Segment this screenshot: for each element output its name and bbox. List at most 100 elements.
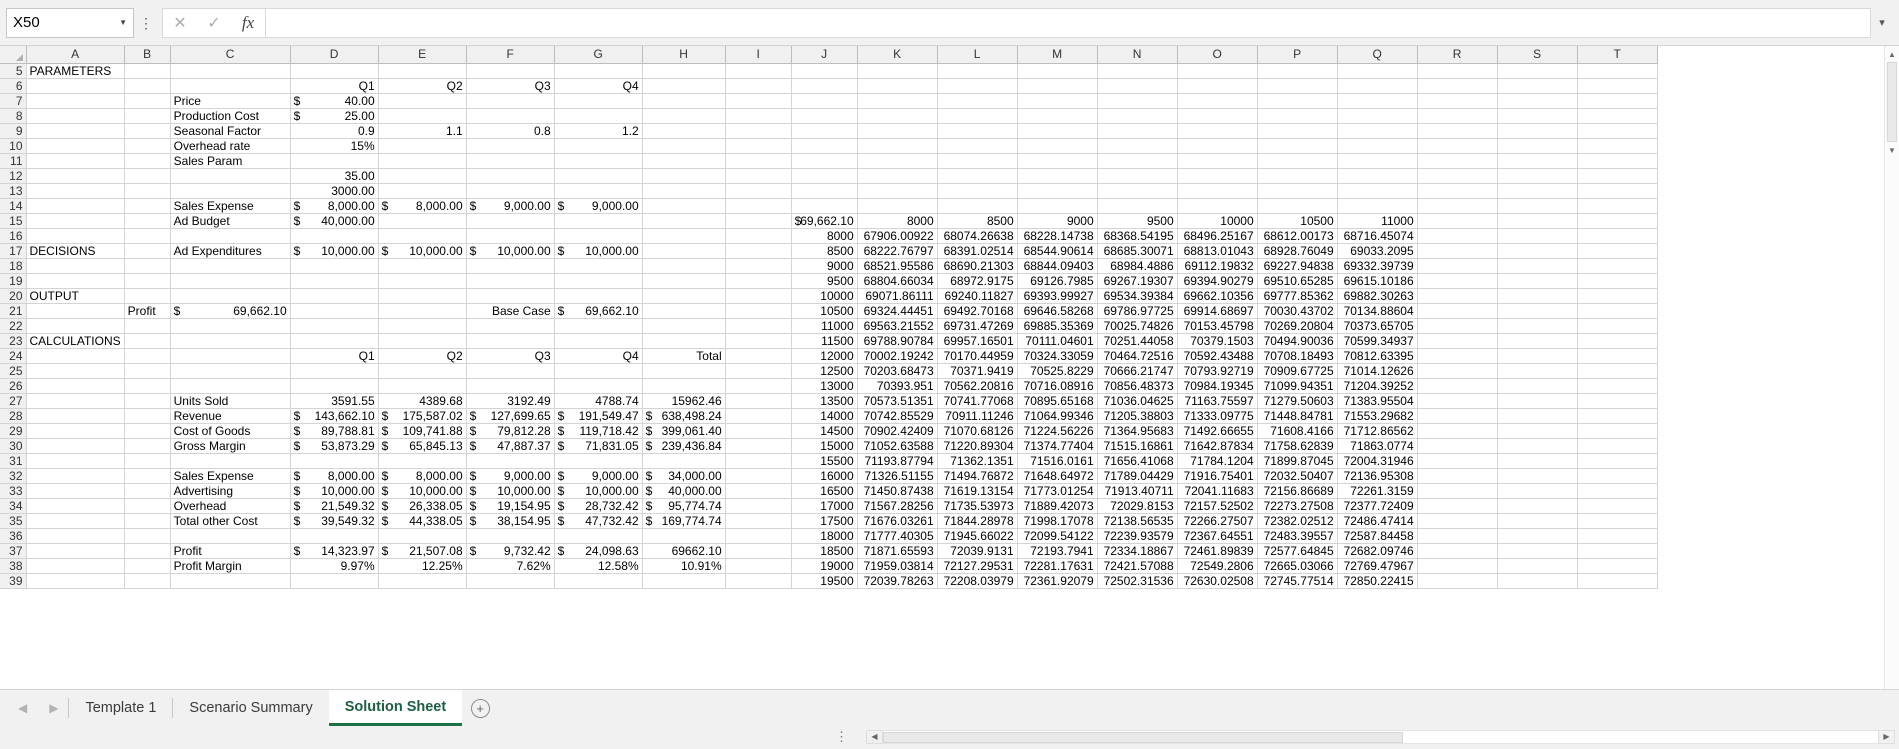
cell-H27[interactable]: 15962.46: [642, 393, 726, 409]
cell-G23[interactable]: [554, 333, 643, 349]
cell-K11[interactable]: [857, 153, 938, 169]
cell-L8[interactable]: [937, 108, 1018, 124]
cell-S24[interactable]: [1497, 348, 1578, 364]
cell-E35[interactable]: $44,338.05: [378, 513, 467, 529]
cell-O39[interactable]: 72630.02508: [1177, 573, 1258, 589]
cell-C6[interactable]: [170, 78, 291, 94]
row-header-32[interactable]: 32: [0, 468, 27, 484]
cell-D10[interactable]: 15%: [290, 138, 379, 154]
cell-C29[interactable]: Cost of Goods: [170, 423, 291, 439]
cell-S27[interactable]: [1497, 393, 1578, 409]
cell-R8[interactable]: [1417, 108, 1498, 124]
cell-G7[interactable]: [554, 93, 643, 109]
cell-A24[interactable]: [26, 348, 125, 364]
cell-M34[interactable]: 71889.42073: [1017, 498, 1098, 514]
cell-H15[interactable]: [642, 213, 726, 229]
cell-M33[interactable]: 71773.01254: [1017, 483, 1098, 499]
cell-E12[interactable]: [378, 168, 467, 184]
cell-A17[interactable]: DECISIONS: [26, 243, 125, 259]
cell-Q7[interactable]: [1337, 93, 1418, 109]
cell-C35[interactable]: Total other Cost: [170, 513, 291, 529]
cell-T31[interactable]: [1577, 453, 1658, 469]
cell-M32[interactable]: 71648.64972: [1017, 468, 1098, 484]
cell-B29[interactable]: [124, 423, 171, 439]
cell-T18[interactable]: [1577, 258, 1658, 274]
cell-T12[interactable]: [1577, 168, 1658, 184]
cell-J34[interactable]: 17000: [791, 498, 858, 514]
cell-O14[interactable]: [1177, 198, 1258, 214]
row-header-9[interactable]: 9: [0, 123, 27, 139]
row-header-35[interactable]: 35: [0, 513, 27, 529]
row-header-31[interactable]: 31: [0, 453, 27, 469]
row-header-24[interactable]: 24: [0, 348, 27, 364]
cell-K28[interactable]: 70742.85529: [857, 408, 938, 424]
cell-B25[interactable]: [124, 363, 171, 379]
cell-T32[interactable]: [1577, 468, 1658, 484]
cell-I19[interactable]: [725, 273, 792, 289]
cell-K22[interactable]: 69563.21552: [857, 318, 938, 334]
cell-G27[interactable]: 4788.74: [554, 393, 643, 409]
cell-M21[interactable]: 69646.58268: [1017, 303, 1098, 319]
cell-N32[interactable]: 71789.04429: [1097, 468, 1178, 484]
cell-T28[interactable]: [1577, 408, 1658, 424]
cell-G37[interactable]: $24,098.63: [554, 543, 643, 559]
scroll-left-arrow[interactable]: ◀: [866, 729, 883, 744]
cell-N35[interactable]: 72138.56535: [1097, 513, 1178, 529]
cell-L6[interactable]: [937, 78, 1018, 94]
cell-C20[interactable]: [170, 288, 291, 304]
row-header-26[interactable]: 26: [0, 378, 27, 394]
cell-K36[interactable]: 71777.40305: [857, 528, 938, 544]
cell-N14[interactable]: [1097, 198, 1178, 214]
cell-O21[interactable]: 69914.68697: [1177, 303, 1258, 319]
cell-F23[interactable]: [466, 333, 555, 349]
cell-M39[interactable]: 72361.92079: [1017, 573, 1098, 589]
cell-M20[interactable]: 69393.99927: [1017, 288, 1098, 304]
cell-Q9[interactable]: [1337, 123, 1418, 139]
cell-D34[interactable]: $21,549.32: [290, 498, 379, 514]
cell-T36[interactable]: [1577, 528, 1658, 544]
cell-R23[interactable]: [1417, 333, 1498, 349]
cell-A9[interactable]: [26, 123, 125, 139]
cell-F10[interactable]: [466, 138, 555, 154]
cell-D24[interactable]: Q1: [290, 348, 379, 364]
cell-G39[interactable]: [554, 573, 643, 589]
cell-N23[interactable]: 70251.44058: [1097, 333, 1178, 349]
cell-M37[interactable]: 72193.7941: [1017, 543, 1098, 559]
cell-D21[interactable]: [290, 303, 379, 319]
cell-C27[interactable]: Units Sold: [170, 393, 291, 409]
cell-O7[interactable]: [1177, 93, 1258, 109]
cell-B24[interactable]: [124, 348, 171, 364]
cell-D38[interactable]: 9.97%: [290, 558, 379, 574]
cell-H24[interactable]: Total: [642, 348, 726, 364]
cell-R7[interactable]: [1417, 93, 1498, 109]
column-header-g[interactable]: G: [554, 46, 643, 64]
cell-P19[interactable]: 69510.65285: [1257, 273, 1338, 289]
cell-I9[interactable]: [725, 123, 792, 139]
cell-S19[interactable]: [1497, 273, 1578, 289]
row-header-12[interactable]: 12: [0, 168, 27, 184]
cell-J19[interactable]: 9500: [791, 273, 858, 289]
vertical-scroll-thumb[interactable]: [1887, 62, 1897, 142]
cell-G16[interactable]: [554, 228, 643, 244]
cell-K15[interactable]: 8000: [857, 213, 938, 229]
cell-C26[interactable]: [170, 378, 291, 394]
column-header-a[interactable]: A: [26, 46, 125, 64]
cell-N37[interactable]: 72334.18867: [1097, 543, 1178, 559]
cell-B21[interactable]: Profit: [124, 303, 171, 319]
cell-E39[interactable]: [378, 573, 467, 589]
cell-N25[interactable]: 70666.21747: [1097, 363, 1178, 379]
confirm-entry-button[interactable]: ✓: [197, 8, 231, 38]
cell-H20[interactable]: [642, 288, 726, 304]
row-header-21[interactable]: 21: [0, 303, 27, 319]
row-header-11[interactable]: 11: [0, 153, 27, 169]
cell-B18[interactable]: [124, 258, 171, 274]
cell-B10[interactable]: [124, 138, 171, 154]
cell-Q31[interactable]: 72004.31946: [1337, 453, 1418, 469]
cell-N17[interactable]: 68685.30071: [1097, 243, 1178, 259]
cell-O33[interactable]: 72041.11683: [1177, 483, 1258, 499]
cell-F31[interactable]: [466, 453, 555, 469]
cell-R19[interactable]: [1417, 273, 1498, 289]
cell-E29[interactable]: $109,741.88: [378, 423, 467, 439]
cell-C23[interactable]: [170, 333, 291, 349]
cell-S38[interactable]: [1497, 558, 1578, 574]
